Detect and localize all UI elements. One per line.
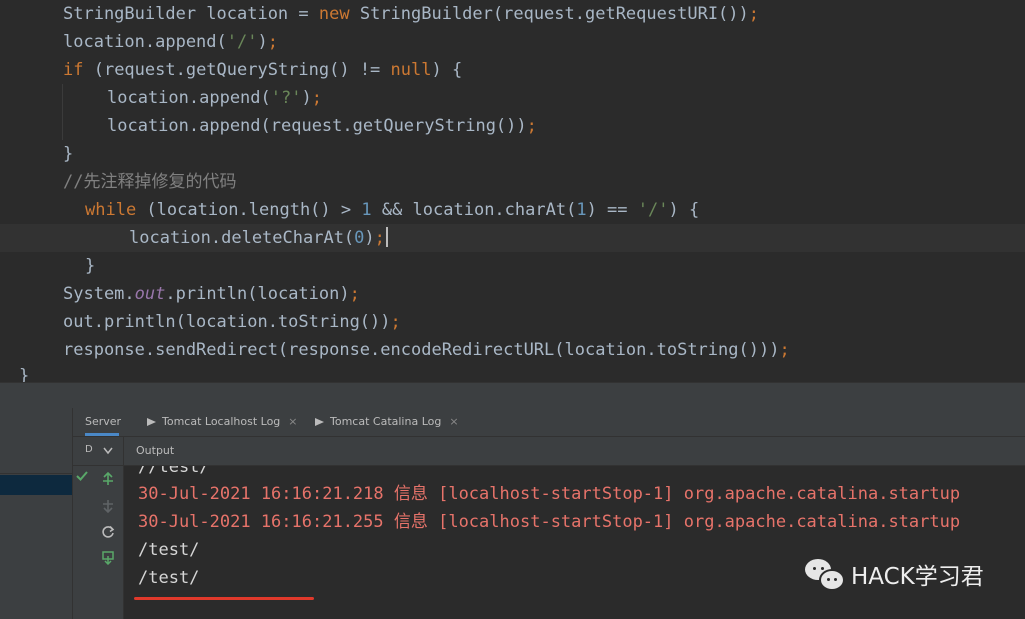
code-line: //先注释掉修复的代码 [0, 168, 1025, 196]
text-caret [385, 227, 388, 247]
code-editor[interactable]: StringBuilder location = new StringBuild… [0, 0, 1025, 382]
code-token: location.append( [107, 88, 271, 108]
code-token: ) { [668, 200, 700, 220]
code-line: out.println(location.toString()); [0, 308, 1025, 336]
output-console[interactable]: //test/ 30-Jul-2021 16:16:21.218 信息 [loc… [124, 466, 1025, 619]
code-token: } [19, 366, 30, 382]
refresh-icon[interactable] [101, 525, 115, 539]
tab-tomcat-catalina-log[interactable]: Tomcat Catalina Log × [315, 408, 459, 436]
code-token: ) [301, 88, 312, 108]
code-token: location.append( [63, 32, 227, 52]
code-line: } [0, 362, 1025, 382]
code-line: response.sendRedirect(response.encodeRed… [0, 336, 1025, 364]
code-line: System.out.println(location); [0, 280, 1025, 308]
services-tree-panel[interactable] [0, 408, 73, 619]
selected-tree-row[interactable] [0, 475, 72, 495]
code-token: location.deleteCharAt( [129, 228, 355, 248]
code-token: '?' [270, 88, 302, 108]
tab-tomcat-localhost-log[interactable]: Tomcat Localhost Log × [147, 408, 298, 436]
code-token: ) == [586, 200, 638, 220]
code-token: StringBuilder(request.getRequestURI()) [359, 4, 749, 24]
subtab-divider [123, 437, 124, 465]
close-icon[interactable]: × [449, 415, 458, 428]
undeploy-icon [103, 500, 113, 513]
watermark: HACK学习君 [805, 557, 984, 591]
code-token: 1 [576, 200, 587, 220]
code-token: .println(location) [165, 284, 350, 304]
tab-label: Server [85, 415, 122, 428]
code-token: null [390, 60, 432, 80]
console-line: /test/ [138, 540, 200, 560]
watermark-text: HACK学习君 [851, 564, 984, 590]
code-line: } [0, 252, 1025, 280]
output-subtabs-bar: D Output [73, 437, 1025, 466]
code-token: while [85, 200, 147, 220]
console-line: /test/ [138, 568, 200, 588]
tool-window-header[interactable] [0, 382, 1025, 409]
code-token: if [63, 60, 94, 80]
deploy-icon[interactable] [101, 472, 115, 486]
code-token: System. [63, 284, 135, 304]
code-token: (location.length() > [146, 200, 362, 220]
code-token: out.println(location.toString()) [63, 312, 391, 332]
code-token: ; [779, 340, 790, 360]
console-icon [147, 418, 156, 426]
code-token: out [134, 284, 166, 304]
output-tab[interactable]: Output [136, 444, 174, 457]
code-line: location.append(request.getQueryString()… [0, 112, 1025, 140]
code-token: ) [257, 32, 268, 52]
chevron-down-icon[interactable] [103, 447, 113, 455]
console-line: 30-Jul-2021 16:16:21.255 信息 [localhost-s… [138, 512, 961, 532]
code-token: 1 [361, 200, 372, 220]
download-icon[interactable] [101, 551, 115, 565]
code-token: StringBuilder location = [63, 4, 319, 24]
code-token: } [63, 144, 74, 164]
code-token: 0 [354, 228, 365, 248]
code-token: } [85, 256, 96, 276]
code-line: while (location.length() > 1 && location… [0, 196, 1025, 224]
code-token: //先注释掉修复的代码 [63, 172, 237, 192]
code-token: ) [364, 228, 375, 248]
code-token: ; [267, 32, 278, 52]
tool-tabs-bar: Server Tomcat Localhost Log × Tomcat Cata… [73, 408, 1025, 437]
code-token: ) { [431, 60, 463, 80]
code-line: StringBuilder location = new StringBuild… [0, 0, 1025, 28]
code-token: new [318, 4, 360, 24]
code-token: ; [390, 312, 401, 332]
tab-label: Tomcat Catalina Log [330, 415, 442, 428]
code-token: ; [526, 116, 537, 136]
highlight-underline [134, 597, 314, 600]
code-line: } [0, 140, 1025, 168]
code-token: '/' [226, 32, 258, 52]
code-token: ; [374, 228, 385, 248]
code-line: if (request.getQueryString() != null) { [0, 56, 1025, 84]
code-token: '/' [637, 200, 669, 220]
wechat-icon [805, 559, 845, 591]
panel-divider [0, 473, 72, 474]
tab-label: Tomcat Localhost Log [162, 415, 281, 428]
code-line: location.append('?'); [0, 84, 1025, 112]
code-token: && location.charAt( [371, 200, 577, 220]
deployment-actions-column [73, 466, 124, 619]
console-icon [315, 418, 324, 426]
current-code-line: location.deleteCharAt(0); [0, 224, 1025, 252]
code-token: ; [349, 284, 360, 304]
code-line: location.append('/'); [0, 28, 1025, 56]
deployment-tab[interactable]: D [85, 444, 93, 455]
code-token: location.append(request.getQueryString()… [107, 116, 527, 136]
code-token: ; [748, 4, 760, 24]
close-icon[interactable]: × [288, 415, 297, 428]
check-icon [76, 471, 88, 481]
tab-server[interactable]: Server [85, 408, 122, 436]
code-token: (request.getQueryString() != [93, 60, 391, 80]
code-token: response.sendRedirect(response.encodeRed… [63, 340, 780, 360]
console-line: //test/ [138, 466, 210, 477]
console-line: 30-Jul-2021 16:16:21.218 信息 [localhost-s… [138, 484, 961, 504]
code-token: ; [311, 88, 322, 108]
